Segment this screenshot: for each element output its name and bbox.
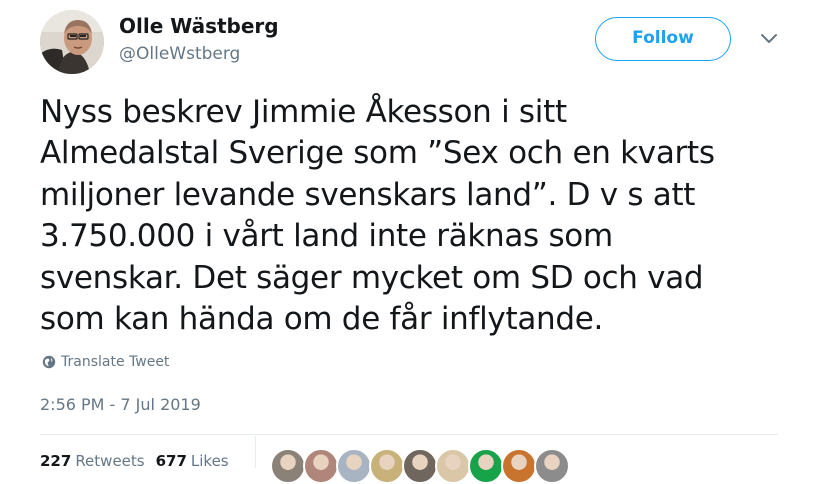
stats-divider (255, 436, 256, 468)
tweet-timestamp[interactable]: 2:56 PM - 7 Jul 2019 (40, 394, 201, 416)
liker-avatar[interactable] (468, 448, 504, 484)
tweet-text-line: som kan hända om de får inflytande. (40, 301, 604, 338)
liker-avatar[interactable] (402, 448, 438, 484)
follow-button[interactable]: Follow (595, 17, 731, 61)
retweets-count: 227 (40, 452, 72, 470)
liker-avatars (270, 448, 570, 484)
liker-avatar[interactable] (336, 448, 372, 484)
liker-avatar[interactable] (303, 448, 339, 484)
translate-tweet-label: Translate Tweet (61, 354, 170, 370)
tweet-text-line: Nyss beskrev Jimmie Åkesson i sitt (40, 94, 567, 130)
likes-stat[interactable]: 677 Likes (156, 452, 229, 470)
retweets-stat[interactable]: 227 Retweets (40, 452, 145, 470)
tweet-text-line: Almedalstal Sverige som ”Sex och en kvar… (40, 135, 715, 172)
author-handle[interactable]: @OlleWstberg (119, 43, 240, 65)
liker-avatar[interactable] (369, 448, 405, 484)
likes-label: Likes (190, 452, 229, 470)
tweet-text-line: 3.750.000 i vårt land inte räknas som (40, 218, 613, 255)
liker-avatar[interactable] (270, 448, 306, 484)
author-display-name[interactable]: Olle Wästberg (119, 13, 279, 39)
tweet-stats: 227 Retweets 677 Likes (40, 452, 240, 470)
chevron-down-icon[interactable] (760, 33, 778, 45)
liker-avatar[interactable] (435, 448, 471, 484)
tweet-text-line: svenskar. Det säger mycket om SD och vad (40, 259, 704, 296)
divider (40, 434, 778, 435)
tweet-text-line: miljoner levande svenskars land”. D v s … (40, 176, 696, 213)
liker-avatar[interactable] (501, 448, 537, 484)
globe-icon (42, 355, 56, 369)
avatar-photo (40, 10, 104, 74)
avatar[interactable] (40, 10, 104, 74)
translate-tweet-link[interactable]: Translate Tweet (42, 352, 169, 372)
likes-count: 677 (155, 452, 187, 470)
liker-avatar[interactable] (534, 448, 570, 484)
retweets-label: Retweets (75, 452, 145, 470)
tweet-text: Nyss beskrev Jimmie Åkesson i sitt Almed… (40, 92, 800, 340)
